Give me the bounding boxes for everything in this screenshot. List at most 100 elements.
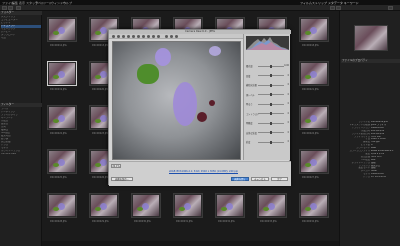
adjustment-slider[interactable]: 黒レベル 0 bbox=[246, 93, 289, 97]
white-balance-tool-icon[interactable] bbox=[122, 35, 125, 38]
thumbnail-label: DSC00018.JPG bbox=[302, 44, 319, 47]
workflow-options-link[interactable]: sRGB IEC61966-2.1; 8 bit; 4592 x 3056 (1… bbox=[169, 170, 238, 173]
red-eye-icon[interactable] bbox=[147, 35, 150, 38]
path-dropdown[interactable] bbox=[16, 6, 21, 10]
folders-header[interactable]: フォルダー bbox=[0, 11, 42, 15]
folder-item[interactable]: 写真 bbox=[1, 37, 41, 40]
preferences-icon[interactable] bbox=[165, 35, 168, 38]
thumbnail[interactable] bbox=[299, 149, 329, 174]
thumbnail[interactable] bbox=[47, 61, 77, 86]
slider-value[interactable]: 0 bbox=[288, 112, 289, 115]
adjustment-slider[interactable]: 回復 0 bbox=[246, 74, 289, 78]
hand-tool-icon[interactable] bbox=[117, 35, 120, 38]
thumbnail-flower bbox=[100, 27, 107, 34]
metadata-value: 2011/03/22 bbox=[371, 129, 385, 132]
filter-item[interactable]: Camera Raw bbox=[1, 153, 41, 156]
thumbnail[interactable] bbox=[299, 105, 329, 130]
metadata-value: 8 bbox=[371, 144, 373, 147]
thumbnail[interactable] bbox=[47, 17, 77, 42]
slider-knob[interactable] bbox=[270, 102, 272, 106]
zoom-level[interactable]: 22.1% bbox=[111, 164, 121, 168]
open-image-button[interactable]: 画像を開く bbox=[231, 177, 249, 181]
slider-value[interactable]: 0 bbox=[288, 102, 289, 105]
slider-knob[interactable] bbox=[270, 64, 272, 68]
thumbnail[interactable] bbox=[299, 193, 329, 218]
slider-value[interactable]: 0 bbox=[288, 93, 289, 96]
thumbnail[interactable] bbox=[47, 149, 77, 174]
forward-button[interactable] bbox=[8, 6, 13, 10]
graduated-filter-icon[interactable] bbox=[157, 35, 160, 38]
thumbnail[interactable] bbox=[47, 105, 77, 130]
menu-edit[interactable]: 編集 bbox=[12, 1, 18, 5]
thumbnail[interactable] bbox=[89, 193, 119, 218]
workspace-switcher[interactable]: フィルムストリップ メタデータ キーワード bbox=[300, 1, 359, 5]
rotate-cw-icon[interactable] bbox=[175, 35, 178, 38]
rotate-right-button[interactable] bbox=[336, 6, 341, 10]
adjustment-brush-icon[interactable] bbox=[152, 35, 155, 38]
thumbnail-label: DSC00026.JPG bbox=[92, 176, 109, 179]
adjustment-slider[interactable]: コントラスト 0 bbox=[246, 112, 289, 116]
slider-value[interactable]: 0 bbox=[288, 83, 289, 86]
crop-tool-icon[interactable] bbox=[132, 35, 135, 38]
rotate-ccw-icon[interactable] bbox=[170, 35, 173, 38]
thumbnail-image bbox=[49, 151, 75, 172]
slider-knob[interactable] bbox=[270, 74, 272, 77]
adjustment-slider[interactable]: 補助光効果 0 bbox=[246, 83, 289, 87]
menu-view[interactable]: 表示 bbox=[19, 1, 25, 5]
cancel-button[interactable]: キャンセル bbox=[251, 177, 269, 181]
thumbnail[interactable] bbox=[131, 193, 161, 218]
thumbnail-leaf bbox=[305, 207, 311, 211]
filter-header[interactable]: フィルター bbox=[0, 103, 42, 107]
slider-knob[interactable] bbox=[270, 140, 272, 144]
spot-removal-icon[interactable] bbox=[142, 35, 145, 38]
slider-knob[interactable] bbox=[270, 131, 272, 134]
zoom-tool-icon[interactable] bbox=[112, 35, 115, 38]
adjustment-slider[interactable]: 明るさ 0 bbox=[246, 102, 289, 106]
slider-value[interactable]: 0 bbox=[288, 121, 289, 124]
thumbnail[interactable] bbox=[215, 193, 245, 218]
image-preview[interactable] bbox=[112, 41, 241, 160]
thumbnail-leaf bbox=[95, 163, 101, 167]
preview-image bbox=[354, 25, 388, 51]
metadata-value: 1/60 s f/5.6 bbox=[371, 152, 385, 155]
slider-value[interactable]: 0 bbox=[288, 131, 289, 134]
adjustment-slider[interactable]: 彩度 0 bbox=[246, 140, 289, 144]
slider-knob[interactable] bbox=[270, 112, 272, 115]
metadata-header[interactable]: ファイルのプロパティ bbox=[341, 59, 400, 63]
thumbnail-label: DSC00021.JPG bbox=[302, 88, 319, 91]
thumbnail-flower bbox=[310, 115, 317, 122]
straighten-tool-icon[interactable] bbox=[137, 35, 140, 38]
adjustment-slider[interactable]: 明瞭度 0 bbox=[246, 121, 289, 125]
slider-value[interactable]: 0.00 bbox=[284, 64, 289, 67]
thumbnail-flower bbox=[226, 203, 233, 210]
thumbnail[interactable] bbox=[299, 61, 329, 86]
thumbnail-label: DSC00031.JPG bbox=[176, 220, 193, 223]
thumbnail-label: DSC00024.JPG bbox=[302, 132, 319, 135]
thumbnail[interactable] bbox=[173, 193, 203, 218]
search-icon[interactable] bbox=[388, 6, 393, 10]
slider-value[interactable]: 0 bbox=[288, 74, 289, 77]
thumbnail-flower bbox=[100, 203, 107, 210]
menu-help[interactable]: ヘルプ bbox=[63, 1, 72, 5]
thumbnail[interactable] bbox=[299, 17, 329, 42]
thumbnail-flower bbox=[142, 203, 149, 210]
thumbnail-leaf bbox=[305, 31, 311, 35]
slider-knob[interactable] bbox=[270, 83, 272, 87]
color-sampler-icon[interactable] bbox=[127, 35, 130, 38]
save-image-button[interactable]: 画像を保存... bbox=[111, 177, 133, 181]
thumbnail-image bbox=[91, 195, 117, 216]
thumbnail-label: DSC00019.JPG bbox=[50, 88, 67, 91]
adjustment-slider[interactable]: 自然な彩度 0 bbox=[246, 131, 289, 135]
slider-value[interactable]: 0 bbox=[288, 140, 289, 143]
histogram bbox=[246, 36, 289, 50]
thumbnail[interactable] bbox=[257, 193, 287, 218]
rotate-left-button[interactable] bbox=[330, 6, 335, 10]
slider-knob[interactable] bbox=[270, 93, 272, 96]
adjustment-slider[interactable]: 露光量 0.00 bbox=[246, 64, 289, 68]
back-button[interactable] bbox=[2, 6, 7, 10]
done-button[interactable]: 完了 bbox=[271, 177, 288, 181]
thumbnail[interactable] bbox=[47, 193, 77, 218]
slider-knob[interactable] bbox=[270, 121, 272, 125]
photo-berry bbox=[197, 112, 207, 122]
thumbnail-leaf bbox=[305, 75, 311, 79]
